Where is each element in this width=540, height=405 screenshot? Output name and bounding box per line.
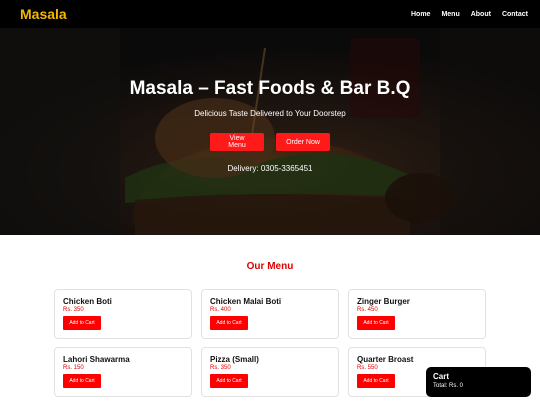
menu-card: Chicken Boti Rs. 350 Add to Cart: [54, 289, 192, 339]
item-name: Pizza (Small): [210, 355, 259, 364]
item-name: Lahori Shawarma: [63, 355, 130, 364]
item-name: Chicken Malai Boti: [210, 297, 282, 306]
top-navbar: Masala Home Menu About Contact: [0, 0, 540, 28]
delivery-phone: Delivery: 0305-3365451: [227, 164, 313, 173]
add-to-cart-button[interactable]: Add to Cart: [63, 374, 101, 388]
item-name: Quarter Broast: [357, 355, 414, 364]
item-price: Rs. 450: [357, 307, 378, 313]
order-now-button[interactable]: Order Now: [276, 133, 330, 151]
menu-card: Pizza (Small) Rs. 350 Add to Cart: [201, 347, 339, 397]
hero-title: Masala – Fast Foods & Bar B.Q: [129, 78, 411, 99]
nav-link-contact[interactable]: Contact: [502, 11, 528, 18]
add-to-cart-button[interactable]: Add to Cart: [210, 374, 248, 388]
nav-links: Home Menu About Contact: [411, 11, 528, 18]
hero-tagline: Delicious Taste Delivered to Your Doorst…: [194, 109, 346, 118]
add-to-cart-button[interactable]: Add to Cart: [210, 316, 248, 330]
item-price: Rs. 150: [63, 365, 84, 371]
cart-total: Total: Rs. 0: [433, 383, 464, 389]
item-price: Rs. 350: [210, 365, 231, 371]
menu-card: Zinger Burger Rs. 450 Add to Cart: [348, 289, 486, 339]
view-menu-button[interactable]: View Menu: [210, 133, 264, 151]
item-price: Rs. 350: [63, 307, 84, 313]
nav-link-menu[interactable]: Menu: [441, 11, 459, 18]
add-to-cart-button[interactable]: Add to Cart: [357, 374, 395, 388]
nav-link-about[interactable]: About: [471, 11, 491, 18]
brand-logo[interactable]: Masala: [20, 6, 67, 22]
cart-widget[interactable]: Cart Total: Rs. 0: [426, 367, 531, 397]
hero-section: Masala – Fast Foods & Bar B.Q Delicious …: [0, 28, 540, 235]
add-to-cart-button[interactable]: Add to Cart: [63, 316, 101, 330]
add-to-cart-button[interactable]: Add to Cart: [357, 316, 395, 330]
cart-title: Cart: [433, 372, 450, 381]
menu-card: Lahori Shawarma Rs. 150 Add to Cart: [54, 347, 192, 397]
hero-content: Masala – Fast Foods & Bar B.Q Delicious …: [0, 28, 540, 235]
item-price: Rs. 400: [210, 307, 231, 313]
hero-buttons: View Menu Order Now: [0, 133, 540, 151]
item-name: Zinger Burger: [357, 297, 410, 306]
menu-card: Chicken Malai Boti Rs. 400 Add to Cart: [201, 289, 339, 339]
menu-heading: Our Menu: [246, 261, 294, 272]
item-name: Chicken Boti: [63, 297, 112, 306]
nav-link-home[interactable]: Home: [411, 11, 430, 18]
menu-grid: Chicken Boti Rs. 350 Add to Cart Chicken…: [54, 289, 486, 397]
